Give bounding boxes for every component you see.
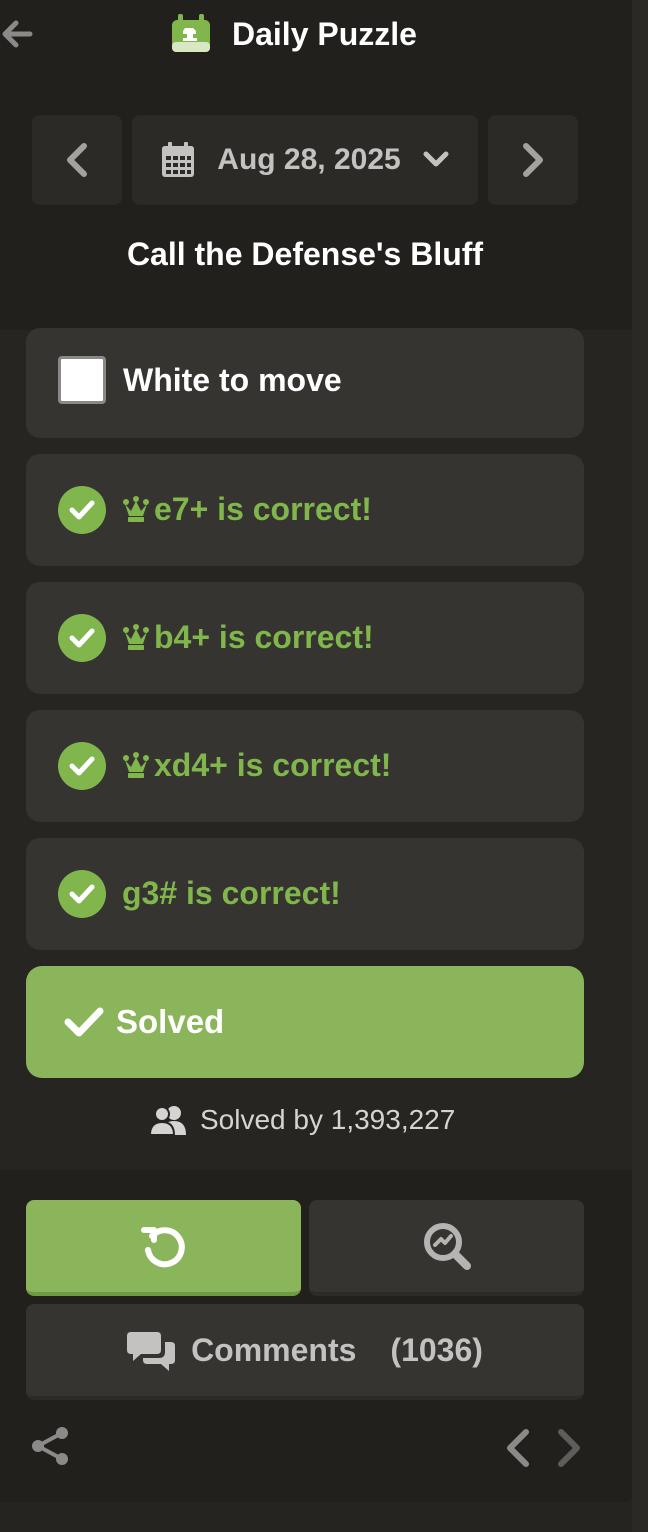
daily-puzzle-calendar-icon: [172, 14, 210, 52]
queen-icon: [123, 495, 149, 522]
retry-button[interactable]: [26, 1200, 301, 1296]
move-result-text: e7+ is correct!: [154, 491, 372, 527]
footer-previous-icon[interactable]: [502, 1428, 534, 1468]
white-to-move-indicator: [58, 356, 106, 404]
comments-icon: [127, 1332, 176, 1371]
checkmark-icon: [64, 1007, 104, 1037]
back-button[interactable]: [0, 14, 34, 54]
check-circle-icon: [58, 614, 106, 662]
check-circle-icon: [58, 870, 106, 918]
magnify-analysis-icon: [423, 1223, 471, 1270]
solved-by-text: Solved by 1,393,227: [200, 1104, 456, 1135]
arrow-left-icon: [2, 20, 33, 48]
date-picker-button[interactable]: Aug 28, 2025: [132, 115, 478, 205]
solved-by-count: Solved by 1,393,227: [150, 1104, 455, 1136]
to-move-card: White to move: [26, 328, 584, 438]
chevron-down-icon: [423, 151, 449, 167]
page-edge: [632, 0, 648, 1532]
selected-date: Aug 28, 2025: [217, 143, 401, 176]
move-result-text: b4+ is correct!: [154, 619, 374, 655]
comments-button[interactable]: Comments (1036): [26, 1304, 584, 1400]
comments-count: (1036): [390, 1331, 483, 1368]
users-icon: [150, 1106, 186, 1135]
check-circle-icon: [58, 742, 106, 790]
move-result-card: g3# is correct!: [26, 838, 584, 950]
move-result-card: xd4+ is correct!: [26, 710, 584, 822]
header: Daily Puzzle: [170, 12, 417, 56]
footer-next-icon[interactable]: [553, 1428, 585, 1468]
solved-label: Solved: [116, 1003, 225, 1040]
next-day-button[interactable]: [488, 115, 578, 205]
chevron-left-icon: [67, 143, 87, 177]
daily-puzzle-panel: Daily Puzzle Aug 28, 2025 Call the Defen…: [0, 0, 632, 1502]
check-circle-icon: [58, 486, 106, 534]
previous-day-button[interactable]: [32, 115, 122, 205]
move-result-text: xd4+ is correct!: [154, 747, 392, 783]
solved-status-button[interactable]: Solved: [26, 966, 584, 1078]
puzzle-title: Call the Defense's Bluff: [126, 236, 484, 272]
calendar-icon: [162, 142, 195, 177]
queen-icon: [123, 751, 149, 778]
analysis-button[interactable]: [309, 1200, 584, 1296]
retry-icon: [140, 1227, 185, 1268]
share-icon[interactable]: [30, 1426, 70, 1466]
to-move-label: White to move: [123, 362, 342, 398]
move-result-text: g3# is correct!: [122, 875, 341, 911]
move-result-card: e7+ is correct!: [26, 454, 584, 566]
comments-label: Comments: [191, 1331, 357, 1368]
queen-icon: [123, 623, 149, 650]
chevron-right-icon: [523, 143, 543, 177]
page-title: Daily Puzzle: [232, 15, 417, 52]
move-result-card: b4+ is correct!: [26, 582, 584, 694]
